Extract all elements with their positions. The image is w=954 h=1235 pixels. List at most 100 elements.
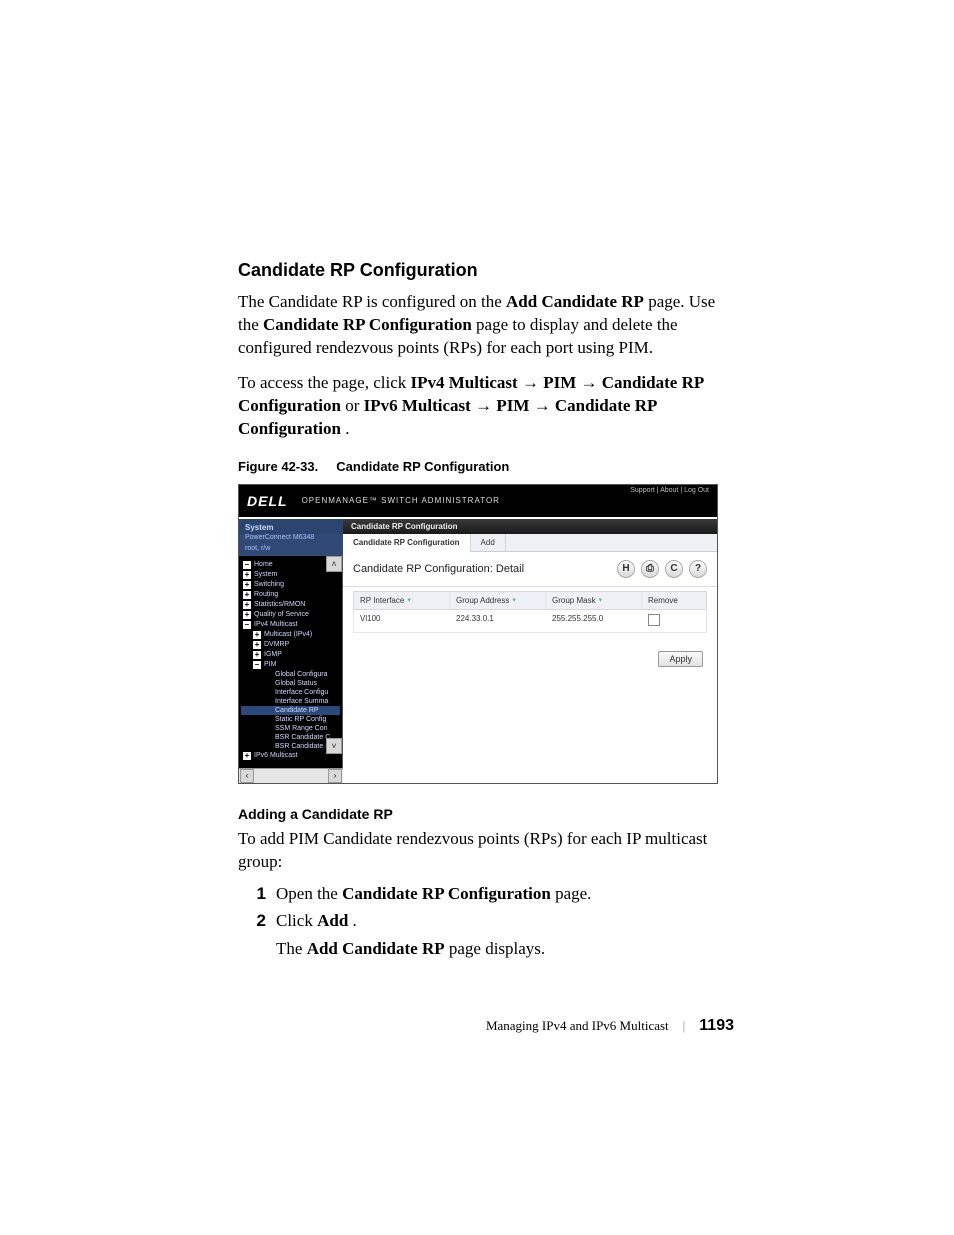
expand-icon: +	[253, 651, 261, 659]
col-label: Remove	[648, 596, 678, 605]
list-item: 1 Open the Candidate RP Configuration pa…	[238, 882, 734, 906]
detail-header: Candidate RP Configuration: Detail H ⎙ C…	[343, 552, 717, 587]
footer-section: Managing IPv4 and IPv6 Multicast	[486, 1018, 669, 1034]
apply-button[interactable]: Apply	[658, 651, 703, 667]
tab-add[interactable]: Add	[471, 534, 506, 551]
nav-label: Quality of Service	[254, 611, 309, 618]
expand-icon: +	[243, 591, 251, 599]
nav-label: Global Status	[275, 680, 317, 687]
nav-ipv4[interactable]: –IPv4 Multicast	[241, 620, 340, 630]
nav-qos[interactable]: +Quality of Service	[241, 610, 340, 620]
nav-dvmrp[interactable]: +DVMRP	[241, 640, 340, 650]
scroll-left-icon[interactable]: ‹	[240, 769, 254, 783]
scroll-right-icon[interactable]: ›	[328, 769, 342, 783]
app-header: DELL OPENMANAGE™ SWITCH ADMINISTRATOR Su…	[239, 485, 717, 517]
step-body: Open the Candidate RP Configuration page…	[276, 882, 591, 906]
nav-ipv4-multicast: IPv4 Multicast	[411, 373, 518, 392]
header-links[interactable]: Support | About | Log Out	[630, 487, 709, 494]
expand-icon: +	[253, 631, 261, 639]
nav-label: Routing	[254, 591, 278, 598]
breadcrumb: Candidate RP Configuration	[343, 519, 717, 534]
scroll-down-icon[interactable]: ˅	[326, 738, 342, 754]
embedded-screenshot: DELL OPENMANAGE™ SWITCH ADMINISTRATOR Su…	[238, 484, 718, 784]
page-number: 1193	[699, 1017, 734, 1035]
sort-icon: ▾	[599, 596, 603, 604]
nav-interface-config[interactable]: Interface Configu	[241, 688, 340, 697]
save-icon[interactable]: H	[617, 560, 635, 578]
cell-rp-interface: Vl100	[354, 610, 450, 632]
sidebar-user: root, r/w	[239, 545, 343, 556]
text: .	[345, 419, 349, 438]
nav-static-rp[interactable]: Static RP Config	[241, 715, 340, 724]
col-group-mask[interactable]: Group Mask▾	[546, 592, 642, 609]
nav-candidate-rp[interactable]: Candidate RP	[241, 706, 340, 715]
step-continuation: The Add Candidate RP page displays.	[276, 937, 734, 961]
arrow: →	[581, 373, 602, 392]
app-body: System PowerConnect M6348 root, r/w ˄ –H…	[239, 519, 717, 783]
nav-label: BSR Candidate S	[275, 743, 330, 750]
app-title: OPENMANAGE™ SWITCH ADMINISTRATOR	[302, 496, 500, 505]
cell-remove	[642, 610, 706, 632]
paragraph-3: To add PIM Candidate rendezvous points (…	[238, 828, 734, 874]
sidebar-system-label: System	[239, 519, 343, 534]
nav-igmp[interactable]: +IGMP	[241, 650, 340, 660]
nav-label: Statistics/RMON	[254, 601, 305, 608]
cell-group-address: 224.33.0.1	[450, 610, 546, 632]
nav-label: Candidate RP	[275, 707, 319, 714]
print-icon[interactable]: ⎙	[641, 560, 659, 578]
col-rp-interface[interactable]: RP Interface▾	[354, 592, 450, 609]
collapse-icon: –	[253, 661, 261, 669]
term: Candidate RP Configuration	[342, 884, 551, 903]
nav-label: Switching	[254, 581, 284, 588]
col-group-address[interactable]: Group Address▾	[450, 592, 546, 609]
table-row: Vl100 224.33.0.1 255.255.255.0	[353, 610, 707, 633]
nav-stats[interactable]: +Statistics/RMON	[241, 600, 340, 610]
section-heading: Candidate RP Configuration	[238, 260, 734, 281]
nav-routing[interactable]: +Routing	[241, 590, 340, 600]
collapse-icon: –	[243, 561, 251, 569]
subsection-heading: Adding a Candidate RP	[238, 806, 734, 822]
arrow: →	[522, 373, 543, 392]
figure-title: Candidate RP Configuration	[336, 459, 509, 474]
nav-mcast[interactable]: +Multicast (IPv4)	[241, 630, 340, 640]
nav-global-status[interactable]: Global Status	[241, 679, 340, 688]
expand-icon: +	[243, 611, 251, 619]
paragraph-2: To access the page, click IPv4 Multicast…	[238, 372, 734, 441]
term-candidate-rp-config: Candidate RP Configuration	[263, 315, 472, 334]
nav-label: Multicast (IPv4)	[264, 631, 312, 638]
refresh-icon[interactable]: C	[665, 560, 683, 578]
remove-checkbox[interactable]	[648, 614, 660, 626]
toolbar-icons: H ⎙ C ?	[617, 560, 707, 578]
text: page.	[555, 884, 591, 903]
nav-tree[interactable]: ˄ –Home +System +Switching +Routing +Sta…	[239, 556, 343, 768]
text: .	[353, 911, 357, 930]
text: The	[276, 939, 307, 958]
cell-group-mask: 255.255.255.0	[546, 610, 642, 632]
sort-icon: ▾	[407, 596, 411, 604]
scroll-up-icon[interactable]: ˄	[326, 556, 342, 572]
expand-icon: +	[243, 752, 251, 760]
content-pane: Candidate RP Configuration Candidate RP …	[343, 519, 717, 783]
nav-label: Home	[254, 561, 273, 568]
step-number: 2	[238, 909, 266, 933]
sidebar: System PowerConnect M6348 root, r/w ˄ –H…	[239, 519, 343, 783]
config-table: RP Interface▾ Group Address▾ Group Mask▾…	[353, 591, 707, 633]
text: Open the	[276, 884, 342, 903]
nav-switching[interactable]: +Switching	[241, 580, 340, 590]
detail-title: Candidate RP Configuration: Detail	[353, 563, 524, 575]
expand-icon: +	[253, 641, 261, 649]
nav-global-config[interactable]: Global Configura	[241, 670, 340, 679]
step-body: Click Add .	[276, 909, 357, 933]
nav-label: IPv6 Multicast	[254, 752, 298, 759]
nav-label: DVMRP	[264, 641, 289, 648]
help-icon[interactable]: ?	[689, 560, 707, 578]
tab-config[interactable]: Candidate RP Configuration	[343, 534, 471, 552]
nav-ssm-range[interactable]: SSM Range Con	[241, 724, 340, 733]
nav-pim-node[interactable]: –PIM	[241, 660, 340, 670]
sidebar-model: PowerConnect M6348	[239, 534, 343, 545]
nav-interface-summary[interactable]: Interface Summa	[241, 697, 340, 706]
h-scrollbar[interactable]: ‹ ›	[239, 768, 343, 783]
nav-label: Static RP Config	[275, 716, 326, 723]
page-footer: Managing IPv4 and IPv6 Multicast | 1193	[486, 1017, 734, 1035]
col-label: RP Interface	[360, 596, 404, 605]
